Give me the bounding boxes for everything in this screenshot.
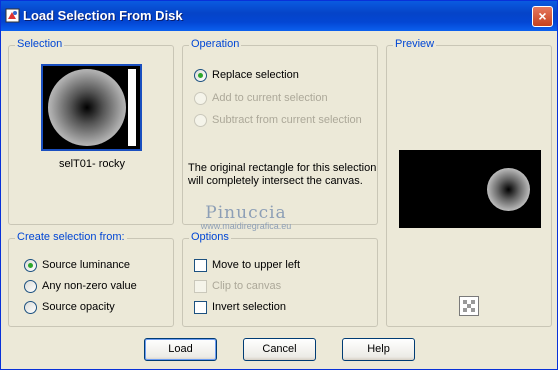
radio-subtract-from-selection[interactable]: Subtract from current selection — [194, 112, 362, 128]
checkerboard-icon — [460, 297, 478, 315]
radio-label: Source luminance — [42, 259, 131, 271]
selection-group-label: Selection — [15, 38, 65, 50]
checkbox-clip-to-canvas[interactable]: Clip to canvas — [194, 278, 281, 294]
preview-selection-shape — [487, 168, 530, 211]
checkbox-invert-selection[interactable]: Invert selection — [194, 299, 286, 315]
checkbox-label: Clip to canvas — [212, 280, 282, 292]
radio-any-non-zero-value[interactable]: Any non-zero value — [24, 278, 137, 294]
selection-file-name: selT01- rocky — [58, 158, 126, 170]
radio-label: Source opacity — [42, 301, 115, 313]
preview-group: Preview — [386, 38, 552, 327]
preview-group-label: Preview — [393, 38, 437, 50]
create-selection-group: Create selection from: Source luminance … — [8, 231, 174, 327]
luminance-gradient-preview — [48, 69, 126, 146]
radio-label: Subtract from current selection — [212, 114, 362, 126]
window-title: Load Selection From Disk — [23, 8, 183, 23]
load-button[interactable]: Load — [144, 338, 217, 361]
options-group: Options Move to upper left Clip to canva… — [182, 231, 378, 327]
checkbox-indicator — [194, 258, 207, 272]
radio-add-to-selection[interactable]: Add to current selection — [194, 90, 328, 106]
close-button[interactable]: × — [532, 6, 553, 27]
app-icon — [5, 8, 20, 23]
checkbox-label: Move to upper left — [212, 259, 301, 271]
title-bar: Load Selection From Disk × — [1, 1, 557, 31]
checkbox-label: Invert selection — [212, 301, 286, 313]
message-line: The original rectangle for this selectio… — [188, 162, 377, 174]
options-group-label: Options — [189, 231, 231, 243]
create-selection-group-label: Create selection from: — [15, 231, 127, 243]
selection-thumbnail[interactable] — [41, 64, 142, 151]
preview-transparency-button[interactable] — [459, 296, 479, 316]
radio-indicator — [194, 68, 207, 82]
radio-label: Add to current selection — [212, 92, 328, 104]
radio-label: Any non-zero value — [42, 280, 137, 292]
radio-source-opacity[interactable]: Source opacity — [24, 299, 115, 315]
radio-indicator — [24, 279, 37, 293]
radio-indicator — [24, 300, 37, 314]
dialog-window: Load Selection From Disk × Selection sel… — [0, 0, 558, 370]
message-line: will completely intersect the canvas. — [188, 175, 363, 187]
radio-source-luminance[interactable]: Source luminance — [24, 257, 130, 273]
help-button[interactable]: Help — [342, 338, 415, 361]
operation-group-label: Operation — [189, 38, 242, 50]
selection-group: Selection selT01- rocky — [8, 38, 174, 225]
preview-canvas — [399, 150, 541, 228]
operation-group: Operation Replace selection Add to curre… — [182, 38, 378, 225]
radio-indicator — [24, 258, 37, 272]
cancel-button[interactable]: Cancel — [243, 338, 316, 361]
checkbox-move-to-upper-left[interactable]: Move to upper left — [194, 257, 300, 273]
radio-indicator — [194, 113, 207, 127]
radio-replace-selection[interactable]: Replace selection — [194, 67, 299, 83]
checkbox-indicator — [194, 300, 207, 314]
radio-indicator — [194, 91, 207, 105]
intersect-message: The original rectangle for this selectio… — [188, 162, 376, 188]
radio-label: Replace selection — [212, 69, 299, 81]
checkbox-indicator — [194, 279, 207, 293]
